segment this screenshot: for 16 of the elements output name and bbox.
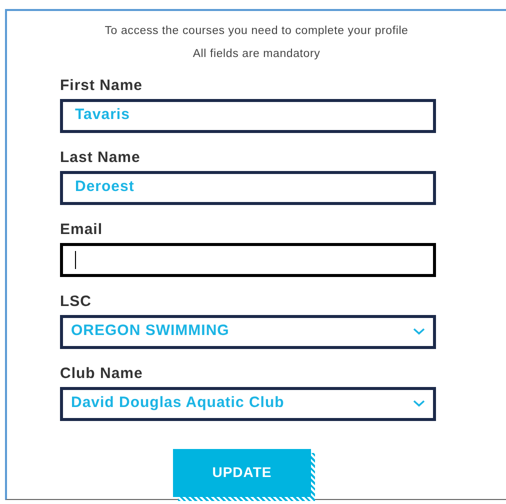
chevron-down-icon [413,328,425,335]
field-label: LSC [60,292,92,310]
input-field[interactable]: Deroest [60,170,436,204]
input-field[interactable] [60,242,436,276]
select-field[interactable]: OREGON SWIMMING [60,314,436,348]
chevron-down-icon [413,400,425,407]
select-field[interactable]: David Douglas Aquatic Club [60,386,436,420]
instruction-text: To access the courses you need to complete your profile [104,24,408,39]
instruction-text: All fields are mandatory [192,47,320,62]
field-label: Club Name [60,364,144,382]
field-label: Last Name [60,148,142,166]
field-label: First Name [60,76,144,94]
update-button[interactable]: UPDATE [173,448,311,496]
field-label: Email [60,220,104,238]
text-cursor [75,250,76,268]
input-field[interactable]: Tavaris [60,98,436,132]
